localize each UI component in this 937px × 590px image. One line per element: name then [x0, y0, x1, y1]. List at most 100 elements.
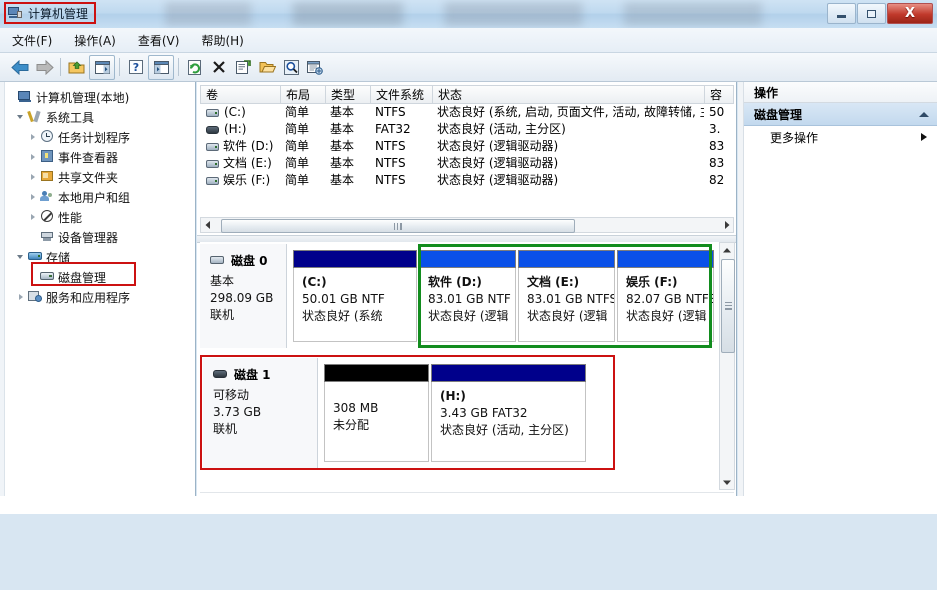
cell-status: 状态良好 (逻辑驱动器)	[437, 139, 559, 153]
actions-pane-header: 操作	[744, 82, 937, 103]
column-header-type[interactable]: 类型	[326, 86, 371, 103]
up-folder-button[interactable]	[65, 56, 89, 79]
tree-item-task-scheduler[interactable]: 任务计划程序	[6, 127, 195, 147]
tree-label: 事件查看器	[58, 150, 119, 165]
scroll-right-arrow[interactable]	[719, 218, 733, 232]
column-header-status[interactable]: 状态	[433, 86, 705, 103]
forward-icon	[36, 59, 54, 75]
tree-expander[interactable]	[28, 192, 39, 203]
tree-item-services-and-applications[interactable]: 服务和应用程序	[6, 287, 195, 307]
disk-row-0[interactable]: 磁盘 0 基本 298.09 GB 联机 (C:) 50.01 GB NTF 状…	[200, 244, 714, 348]
removable-disk-icon	[213, 369, 228, 380]
svg-text:?: ?	[133, 61, 139, 74]
disk-row-1[interactable]: 磁盘 1 可移动 3.73 GB 联机 308 MB 未分配 (H:) 3.43…	[203, 358, 613, 468]
table-row[interactable]: 娱乐 (F:) 简单 基本 NTFS 状态良好 (逻辑驱动器) 82	[200, 172, 734, 189]
cell-type: 基本	[330, 173, 355, 187]
column-header-layout[interactable]: 布局	[281, 86, 326, 103]
tree-expander[interactable]	[28, 132, 39, 143]
refresh-icon	[188, 59, 201, 75]
tree-expander[interactable]	[28, 152, 39, 163]
tree-expander[interactable]	[6, 92, 17, 103]
tree-item-device-manager[interactable]: 设备管理器	[6, 227, 195, 247]
close-button[interactable]: X	[887, 3, 933, 24]
sidebar-item-disk-management[interactable]: 磁盘管理	[6, 267, 195, 287]
tree-expander[interactable]	[16, 292, 27, 303]
refresh-button[interactable]	[183, 56, 207, 79]
properties-button[interactable]	[231, 56, 255, 79]
partition-h[interactable]: (H:) 3.43 GB FAT32 状态良好 (活动, 主分区)	[431, 364, 586, 462]
tree-expander[interactable]	[16, 112, 27, 123]
chevron-up-icon[interactable]	[919, 111, 929, 117]
minimize-button[interactable]	[827, 3, 856, 24]
disk-map-vertical-scrollbar[interactable]	[719, 242, 735, 490]
close-icon: X	[904, 6, 916, 21]
tree-expander[interactable]	[28, 212, 39, 223]
delete-icon	[213, 61, 225, 73]
cell-filesystem: FAT32	[375, 122, 411, 136]
scroll-thumb[interactable]	[721, 259, 735, 353]
tree-item-computer-management[interactable]: 计算机管理(本地)	[6, 87, 195, 107]
tree-item-storage[interactable]: 存储	[6, 247, 195, 267]
tree-item-system-tools[interactable]: 系统工具	[6, 107, 195, 127]
usb-volume-icon	[206, 125, 220, 135]
tree-expander[interactable]	[28, 172, 39, 183]
cell-filesystem: NTFS	[375, 173, 406, 187]
scroll-up-arrow[interactable]	[720, 243, 734, 257]
title-bar: 计算机管理 X	[0, 0, 937, 29]
tree-item-shared-folders[interactable]: 共享文件夹	[6, 167, 195, 187]
actions-item-more-actions[interactable]: 更多操作	[744, 126, 937, 148]
scroll-left-arrow[interactable]	[201, 218, 215, 232]
show-action-pane-button[interactable]	[148, 54, 174, 80]
advanced-view-button[interactable]	[303, 56, 327, 79]
actions-group-disk-management[interactable]: 磁盘管理	[744, 103, 937, 126]
scroll-track[interactable]	[215, 218, 719, 233]
menu-view[interactable]: 查看(V)	[138, 32, 180, 49]
table-row[interactable]: 文档 (E:) 简单 基本 NTFS 状态良好 (逻辑驱动器) 83	[200, 155, 734, 172]
column-header-volume[interactable]: 卷	[201, 86, 281, 103]
menu-bar: 文件(F) 操作(A) 查看(V) 帮助(H)	[0, 28, 937, 53]
partition-d[interactable]: 软件 (D:) 83.01 GB NTF 状态良好 (逻辑	[419, 250, 516, 342]
partition-bar	[293, 250, 417, 268]
table-row[interactable]: (C:) 简单 基本 NTFS 状态良好 (系统, 启动, 页面文件, 活动, …	[200, 104, 734, 121]
partition-unallocated[interactable]: 308 MB 未分配	[324, 364, 429, 462]
table-row[interactable]: (H:) 简单 基本 FAT32 状态良好 (活动, 主分区) 3.	[200, 121, 734, 138]
partition-e[interactable]: 文档 (E:) 83.01 GB NTFS 状态良好 (逻辑	[518, 250, 615, 342]
partition-title: (C:)	[302, 275, 327, 289]
menu-file[interactable]: 文件(F)	[12, 32, 52, 49]
tree-expander[interactable]	[16, 252, 27, 263]
scroll-thumb[interactable]	[221, 219, 575, 233]
volume-list-body: (C:) 简单 基本 NTFS 状态良好 (系统, 启动, 页面文件, 活动, …	[200, 104, 734, 197]
tree-item-local-users-groups[interactable]: 本地用户和组	[6, 187, 195, 207]
grip-icon	[724, 302, 732, 310]
menu-action[interactable]: 操作(A)	[74, 32, 116, 49]
maximize-button[interactable]	[857, 3, 886, 24]
sidebar-scroll-gutter[interactable]	[0, 82, 5, 514]
tree-item-event-viewer[interactable]: 事件查看器	[6, 147, 195, 167]
help-button[interactable]: ?	[124, 56, 148, 79]
column-header-filesystem[interactable]: 文件系统	[371, 86, 433, 103]
open-folder-button[interactable]	[255, 56, 279, 79]
menu-help[interactable]: 帮助(H)	[201, 32, 243, 49]
forward-button[interactable]	[32, 56, 56, 79]
tree-label: 设备管理器	[58, 230, 119, 245]
search-button[interactable]	[279, 56, 303, 79]
volume-list-horizontal-scrollbar[interactable]	[200, 217, 734, 233]
show-action-pane-icon	[153, 60, 169, 74]
partition-bar	[324, 364, 429, 382]
partition-body: (H:) 3.43 GB FAT32 状态良好 (活动, 主分区)	[431, 382, 586, 462]
chevron-right-icon[interactable]	[921, 133, 927, 141]
delete-button[interactable]	[207, 56, 231, 79]
partition-status: 状态良好 (逻辑	[626, 309, 707, 323]
console-tree: 计算机管理(本地) 系统工具 任务计划程序 事件查看器 共享文件夹 本地用户和组…	[6, 87, 195, 307]
scroll-down-arrow[interactable]	[720, 475, 734, 489]
partition-c[interactable]: (C:) 50.01 GB NTF 状态良好 (系统	[293, 250, 417, 342]
show-console-tree-button[interactable]	[89, 54, 115, 80]
disk-info-1: 磁盘 1 可移动 3.73 GB 联机	[203, 358, 318, 468]
tree-item-performance[interactable]: 性能	[6, 207, 195, 227]
hdd-volume-icon	[206, 159, 220, 169]
back-button[interactable]	[8, 56, 32, 79]
table-row[interactable]: 软件 (D:) 简单 基本 NTFS 状态良好 (逻辑驱动器) 83	[200, 138, 734, 155]
partition-f[interactable]: 娱乐 (F:) 82.07 GB NTFS 状态良好 (逻辑	[617, 250, 714, 342]
cell-status: 状态良好 (逻辑驱动器)	[437, 156, 559, 170]
column-header-capacity[interactable]: 容	[705, 86, 733, 103]
